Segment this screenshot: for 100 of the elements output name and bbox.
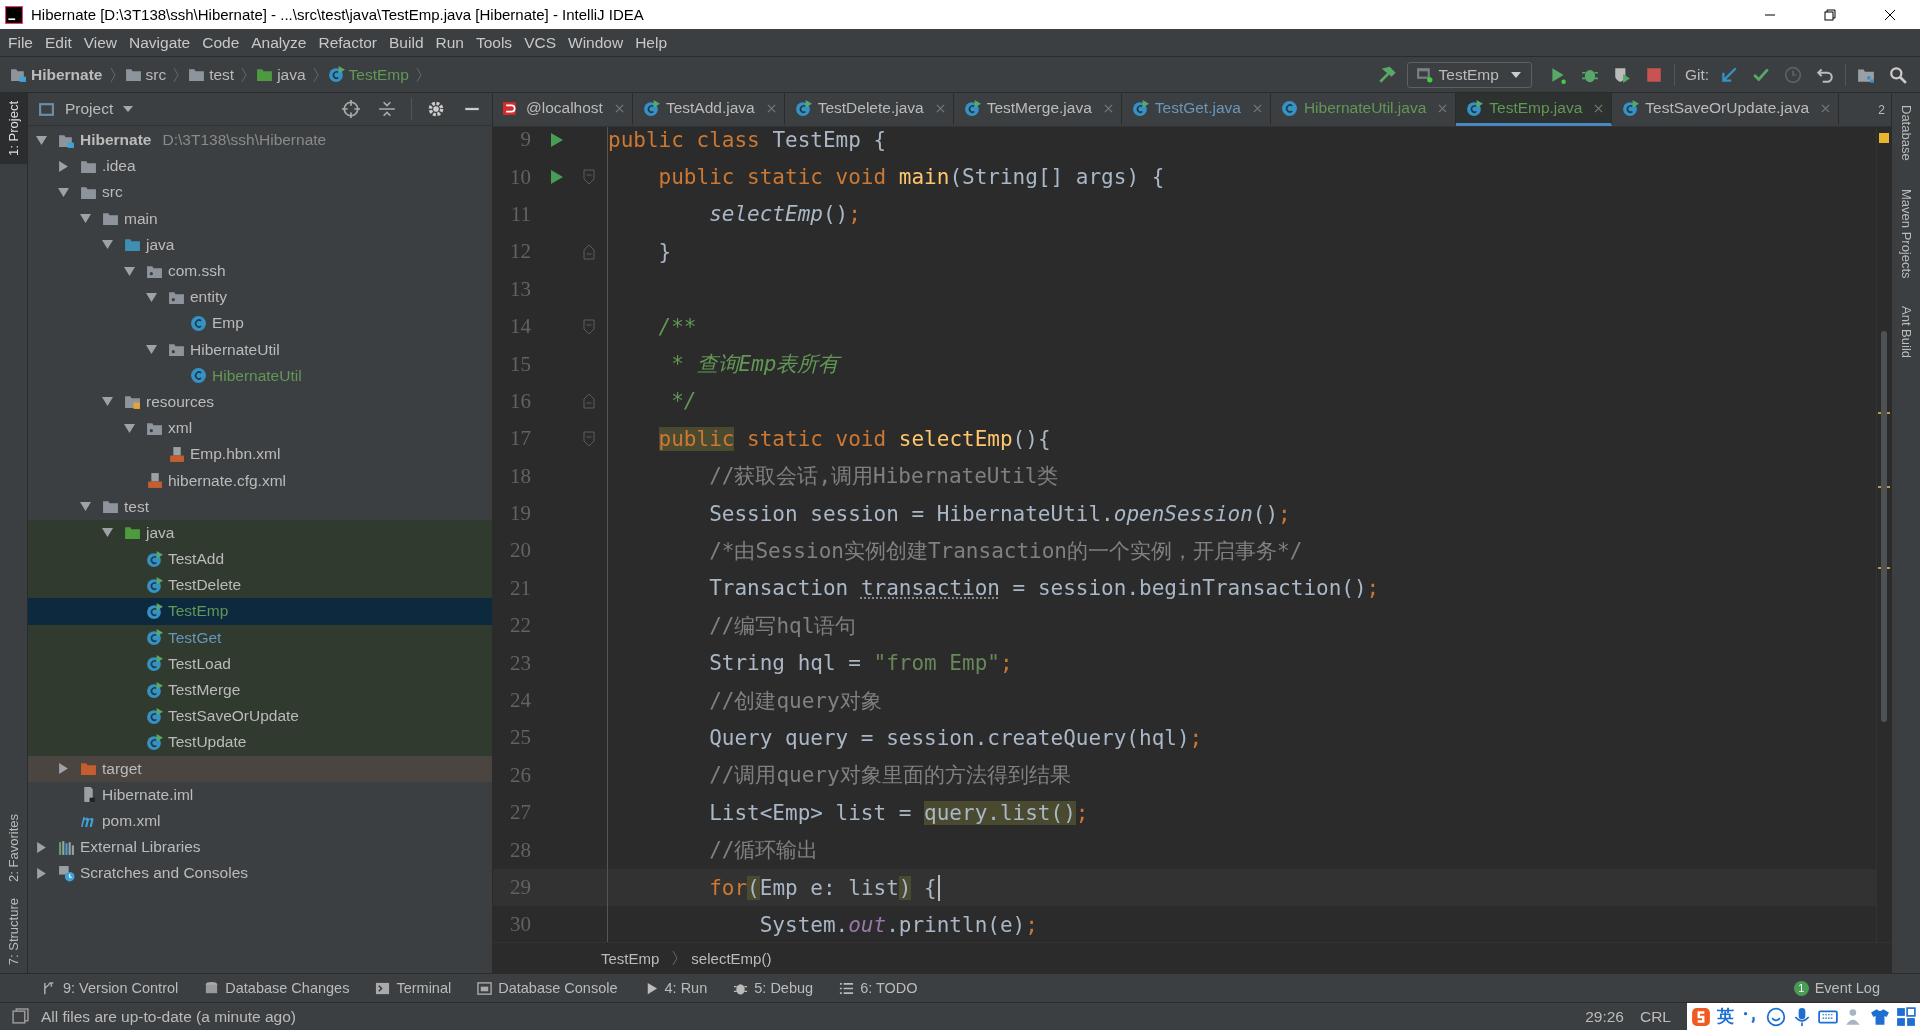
tree-item[interactable]: test xyxy=(124,497,149,516)
tool-window-tab[interactable]: 2: Favorites xyxy=(0,805,27,890)
settings-icon[interactable] xyxy=(427,100,445,118)
editor-tab[interactable]: @localhost xyxy=(493,93,633,126)
grid-icon[interactable] xyxy=(1896,1006,1916,1027)
collapse-arrow-icon[interactable] xyxy=(36,134,47,146)
locate-icon[interactable] xyxy=(342,100,360,118)
editor-tab[interactable]: TestMerge.java xyxy=(953,93,1122,126)
collapse-arrow-icon[interactable] xyxy=(102,239,113,251)
fold-icon[interactable] xyxy=(583,430,595,447)
tree-item[interactable]: entity xyxy=(190,288,228,307)
tool-window-button[interactable]: 6: TODO xyxy=(860,980,918,996)
close-icon[interactable] xyxy=(935,103,945,113)
close-icon[interactable] xyxy=(1252,103,1262,113)
breadcrumb[interactable]: TestEmp xyxy=(601,949,660,967)
code-editor[interactable] xyxy=(493,127,1876,942)
expand-arrow-icon[interactable] xyxy=(36,841,47,853)
menu-item[interactable]: VCS xyxy=(520,33,564,52)
tree-item[interactable]: TestEmp xyxy=(168,602,229,621)
tree-item[interactable]: TestGet xyxy=(168,628,222,647)
scrollbar-thumb[interactable] xyxy=(1881,330,1887,722)
tool-window-button[interactable]: Database Changes xyxy=(225,980,350,996)
menu-item[interactable]: Help xyxy=(631,33,676,52)
tool-window-tab[interactable]: 1: Project xyxy=(0,93,27,164)
breadcrumb[interactable]: java xyxy=(277,65,306,84)
tool-window-button[interactable]: Terminal xyxy=(396,980,452,996)
tool-window-button[interactable]: 5: Debug xyxy=(754,980,814,996)
run-configuration-dropdown[interactable]: TestEmp xyxy=(1406,61,1532,88)
expand-arrow-icon[interactable] xyxy=(58,160,69,172)
hidden-tabs-count[interactable]: 2 xyxy=(1872,102,1891,117)
tree-item[interactable]: Hibernate.iml xyxy=(102,785,194,804)
tool-window-button[interactable]: 4: Run xyxy=(664,980,708,996)
panel-toggle-icon[interactable] xyxy=(12,1008,29,1025)
tree-item[interactable]: HibernateUtil xyxy=(190,340,280,359)
tree-item[interactable]: Hibernate xyxy=(80,131,152,150)
menu-item[interactable]: Edit xyxy=(41,33,80,52)
tree-item[interactable]: Emp xyxy=(212,314,244,333)
microphone-icon[interactable] xyxy=(1792,1006,1812,1027)
menu-item[interactable]: Analyze xyxy=(247,33,315,52)
collapse-arrow-icon[interactable] xyxy=(80,213,91,225)
collapse-arrow-icon[interactable] xyxy=(124,422,135,434)
close-icon[interactable] xyxy=(1594,103,1604,113)
fold-icon[interactable] xyxy=(583,169,595,186)
tree-item[interactable]: target xyxy=(102,759,142,778)
tree-item[interactable]: src xyxy=(102,183,123,202)
collapse-arrow-icon[interactable] xyxy=(146,291,157,303)
menu-item[interactable]: Build xyxy=(385,33,432,52)
tree-item[interactable]: hibernate.cfg.xml xyxy=(168,471,287,490)
close-icon[interactable] xyxy=(1438,103,1448,113)
breadcrumb[interactable]: test xyxy=(209,65,235,84)
tree-item[interactable]: TestSaveOrUpdate xyxy=(168,707,299,726)
collapse-arrow-icon[interactable] xyxy=(146,344,157,356)
editor-tab[interactable]: TestGet.java xyxy=(1121,93,1271,126)
tool-window-tab[interactable]: 7: Structure xyxy=(0,889,27,973)
search-icon[interactable] xyxy=(1889,65,1907,84)
tool-window-tab[interactable]: Maven Projects xyxy=(1892,184,1920,283)
stop-icon[interactable] xyxy=(1644,65,1663,84)
menu-item[interactable]: Code xyxy=(198,33,248,52)
close-icon[interactable] xyxy=(766,103,776,113)
editor-tab[interactable]: TestDelete.java xyxy=(784,93,954,126)
tree-item[interactable]: Scratches and Consoles xyxy=(80,864,248,883)
event-log-button[interactable]: Event Log xyxy=(1814,980,1880,996)
collapse-all-icon[interactable] xyxy=(378,100,396,118)
tool-window-tab[interactable]: Ant Build xyxy=(1892,302,1920,363)
menu-item[interactable]: Tools xyxy=(471,33,521,52)
tool-window-button[interactable]: Database Console xyxy=(498,980,618,996)
tree-item[interactable]: Emp.hbn.xml xyxy=(190,445,281,464)
tree-item[interactable]: xml xyxy=(168,419,193,438)
menu-item[interactable]: Refactor xyxy=(314,33,386,52)
tree-item[interactable]: java xyxy=(146,235,175,254)
update-arrow-icon[interactable] xyxy=(1720,65,1738,84)
line-separator[interactable]: CRL xyxy=(1640,1007,1671,1026)
tree-item[interactable]: java xyxy=(146,523,175,542)
breadcrumb[interactable]: src xyxy=(145,65,167,84)
tool-window-button[interactable]: 9: Version Control xyxy=(63,980,179,996)
tree-item[interactable]: .idea xyxy=(102,157,136,176)
tree-item[interactable]: com.ssh xyxy=(168,262,226,281)
tree-item[interactable]: TestLoad xyxy=(168,654,231,673)
close-icon[interactable] xyxy=(1821,103,1830,113)
menu-item[interactable]: Navigate xyxy=(125,33,199,52)
panel-title[interactable]: Project xyxy=(65,100,114,118)
smiley-icon[interactable] xyxy=(1766,1006,1786,1027)
close-icon[interactable] xyxy=(614,103,624,113)
tree-item[interactable]: TestUpdate xyxy=(168,733,247,752)
fold-icon[interactable] xyxy=(583,243,595,260)
run-icon[interactable] xyxy=(550,130,564,149)
caret-position[interactable]: 29:26 xyxy=(1585,1007,1624,1026)
editor-tab[interactable]: TestAdd.java xyxy=(632,93,785,126)
shirt-icon[interactable] xyxy=(1870,1006,1890,1027)
caret-icon[interactable] xyxy=(123,106,134,112)
expand-arrow-icon[interactable] xyxy=(58,763,69,775)
tree-item[interactable]: External Libraries xyxy=(80,838,201,857)
tree-item[interactable]: pom.xml xyxy=(102,811,161,830)
ime-logo-icon[interactable] xyxy=(1691,1006,1711,1027)
close-icon[interactable] xyxy=(1103,103,1113,113)
collapse-arrow-icon[interactable] xyxy=(102,396,113,408)
menu-item[interactable]: File xyxy=(4,33,41,52)
tree-item[interactable]: TestDelete xyxy=(168,576,242,595)
tree-item[interactable]: HibernateUtil xyxy=(212,366,302,385)
breadcrumb[interactable]: selectEmp() xyxy=(691,949,772,967)
